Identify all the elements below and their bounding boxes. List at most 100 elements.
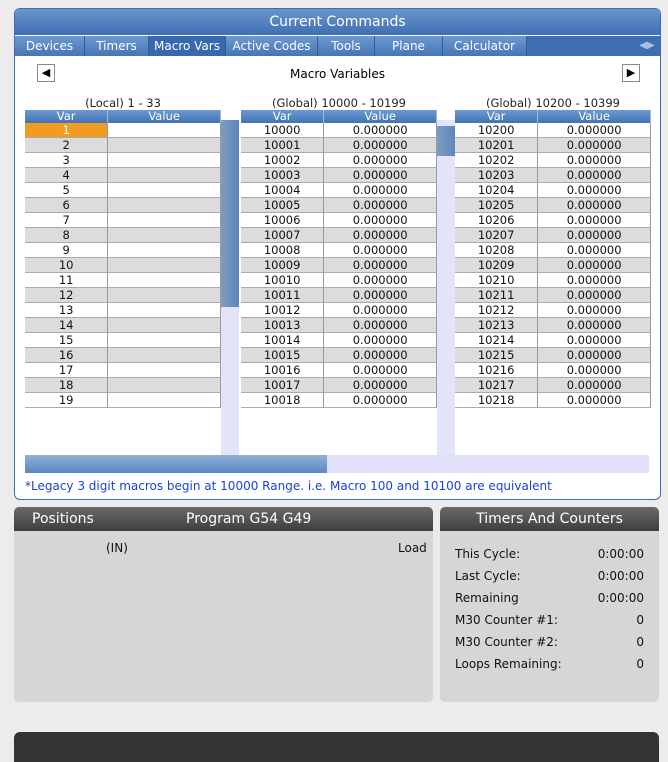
var-cell[interactable]: 10011: [241, 287, 325, 303]
value-cell[interactable]: 0.000000: [323, 123, 437, 138]
value-cell[interactable]: 0.000000: [537, 227, 651, 243]
positions-header[interactable]: Positions Program G54 G49: [14, 507, 433, 531]
var-cell[interactable]: 18: [25, 377, 109, 393]
table-row[interactable]: 10006 0.000000: [241, 212, 437, 228]
var-cell[interactable]: 10013: [241, 317, 325, 333]
var-cell[interactable]: 10208: [455, 242, 539, 258]
value-cell[interactable]: 0.000000: [537, 362, 651, 378]
value-cell[interactable]: 0.000000: [323, 332, 437, 348]
var-cell[interactable]: 10000: [241, 123, 325, 138]
var-cell[interactable]: 10201: [455, 137, 539, 153]
table-row[interactable]: 4: [25, 167, 221, 183]
table-row[interactable]: 10017 0.000000: [241, 377, 437, 393]
var-cell[interactable]: 10211: [455, 287, 539, 303]
table-row[interactable]: 6: [25, 197, 221, 213]
table-row[interactable]: 10203 0.000000: [455, 167, 651, 183]
value-cell[interactable]: 0.000000: [537, 332, 651, 348]
var-cell[interactable]: 10017: [241, 377, 325, 393]
value-cell[interactable]: 0.000000: [537, 272, 651, 288]
var-cell[interactable]: 13: [25, 302, 109, 318]
value-cell[interactable]: [107, 123, 221, 138]
var-cell[interactable]: 10010: [241, 272, 325, 288]
value-cell[interactable]: [107, 272, 221, 288]
var-cell[interactable]: 10: [25, 257, 109, 273]
var-cell[interactable]: 10001: [241, 137, 325, 153]
table-row[interactable]: 5: [25, 182, 221, 198]
var-cell[interactable]: 10217: [455, 377, 539, 393]
table-row[interactable]: 10202 0.000000: [455, 152, 651, 168]
var-cell[interactable]: 1: [25, 123, 109, 138]
value-cell[interactable]: [107, 362, 221, 378]
table-row[interactable]: 10005 0.000000: [241, 197, 437, 213]
value-cell[interactable]: 0.000000: [323, 377, 437, 393]
value-cell[interactable]: [107, 302, 221, 318]
value-cell[interactable]: 0.000000: [537, 182, 651, 198]
value-cell[interactable]: [107, 257, 221, 273]
var-cell[interactable]: 10212: [455, 302, 539, 318]
table-row[interactable]: 12: [25, 287, 221, 303]
table-row[interactable]: 10207 0.000000: [455, 227, 651, 243]
value-cell[interactable]: [107, 227, 221, 243]
table-row[interactable]: 10002 0.000000: [241, 152, 437, 168]
table-row[interactable]: 14: [25, 317, 221, 333]
value-cell[interactable]: [107, 137, 221, 153]
var-cell[interactable]: 14: [25, 317, 109, 333]
table-row[interactable]: 10201 0.000000: [455, 137, 651, 153]
table-row[interactable]: 10210 0.000000: [455, 272, 651, 288]
var-cell[interactable]: 10213: [455, 317, 539, 333]
value-cell[interactable]: 0.000000: [537, 137, 651, 153]
table-row[interactable]: 10004 0.000000: [241, 182, 437, 198]
table-row[interactable]: 10215 0.000000: [455, 347, 651, 363]
value-cell[interactable]: 0.000000: [323, 242, 437, 258]
table-row[interactable]: 18: [25, 377, 221, 393]
global1-vertical-scrollbar[interactable]: [437, 120, 455, 456]
tab-plane[interactable]: Plane: [375, 36, 443, 56]
table-row[interactable]: 10217 0.000000: [455, 377, 651, 393]
local-vertical-scrollbar[interactable]: [221, 120, 239, 456]
value-cell[interactable]: 0.000000: [323, 212, 437, 228]
var-cell[interactable]: 10015: [241, 347, 325, 363]
value-cell[interactable]: 0.000000: [323, 227, 437, 243]
var-cell[interactable]: 10216: [455, 362, 539, 378]
value-cell[interactable]: 0.000000: [323, 137, 437, 153]
horizontal-scroll-thumb[interactable]: [25, 455, 327, 473]
scroll-thumb[interactable]: [437, 126, 455, 156]
var-cell[interactable]: 10014: [241, 332, 325, 348]
table-row[interactable]: 10209 0.000000: [455, 257, 651, 273]
value-cell[interactable]: [107, 392, 221, 408]
value-cell[interactable]: [107, 317, 221, 333]
var-cell[interactable]: 4: [25, 167, 109, 183]
table-row[interactable]: 10018 0.000000: [241, 392, 437, 408]
value-cell[interactable]: 0.000000: [537, 317, 651, 333]
value-cell[interactable]: 0.000000: [537, 123, 651, 138]
var-cell[interactable]: 10006: [241, 212, 325, 228]
var-cell[interactable]: 10210: [455, 272, 539, 288]
var-cell[interactable]: 16: [25, 347, 109, 363]
value-cell[interactable]: 0.000000: [537, 377, 651, 393]
var-cell[interactable]: 6: [25, 197, 109, 213]
tab-timers[interactable]: Timers: [85, 36, 149, 56]
table-row[interactable]: 7: [25, 212, 221, 228]
value-cell[interactable]: 0.000000: [323, 272, 437, 288]
table-row[interactable]: 2: [25, 137, 221, 153]
table-row[interactable]: 19: [25, 392, 221, 408]
value-cell[interactable]: 0.000000: [537, 152, 651, 168]
var-cell[interactable]: 10012: [241, 302, 325, 318]
tab-tools[interactable]: Tools: [318, 36, 375, 56]
table-row[interactable]: 10010 0.000000: [241, 272, 437, 288]
var-cell[interactable]: 7: [25, 212, 109, 228]
table-row[interactable]: 16: [25, 347, 221, 363]
tab-calculator[interactable]: Calculator: [443, 36, 527, 56]
var-cell[interactable]: 10007: [241, 227, 325, 243]
value-cell[interactable]: 0.000000: [537, 392, 651, 408]
var-cell[interactable]: 10205: [455, 197, 539, 213]
table-row[interactable]: 8: [25, 227, 221, 243]
value-cell[interactable]: 0.000000: [323, 197, 437, 213]
value-cell[interactable]: 0.000000: [323, 317, 437, 333]
table-row[interactable]: 10003 0.000000: [241, 167, 437, 183]
var-cell[interactable]: 10005: [241, 197, 325, 213]
table-row[interactable]: 10211 0.000000: [455, 287, 651, 303]
var-cell[interactable]: 19: [25, 392, 109, 408]
value-cell[interactable]: [107, 347, 221, 363]
var-cell[interactable]: 10206: [455, 212, 539, 228]
